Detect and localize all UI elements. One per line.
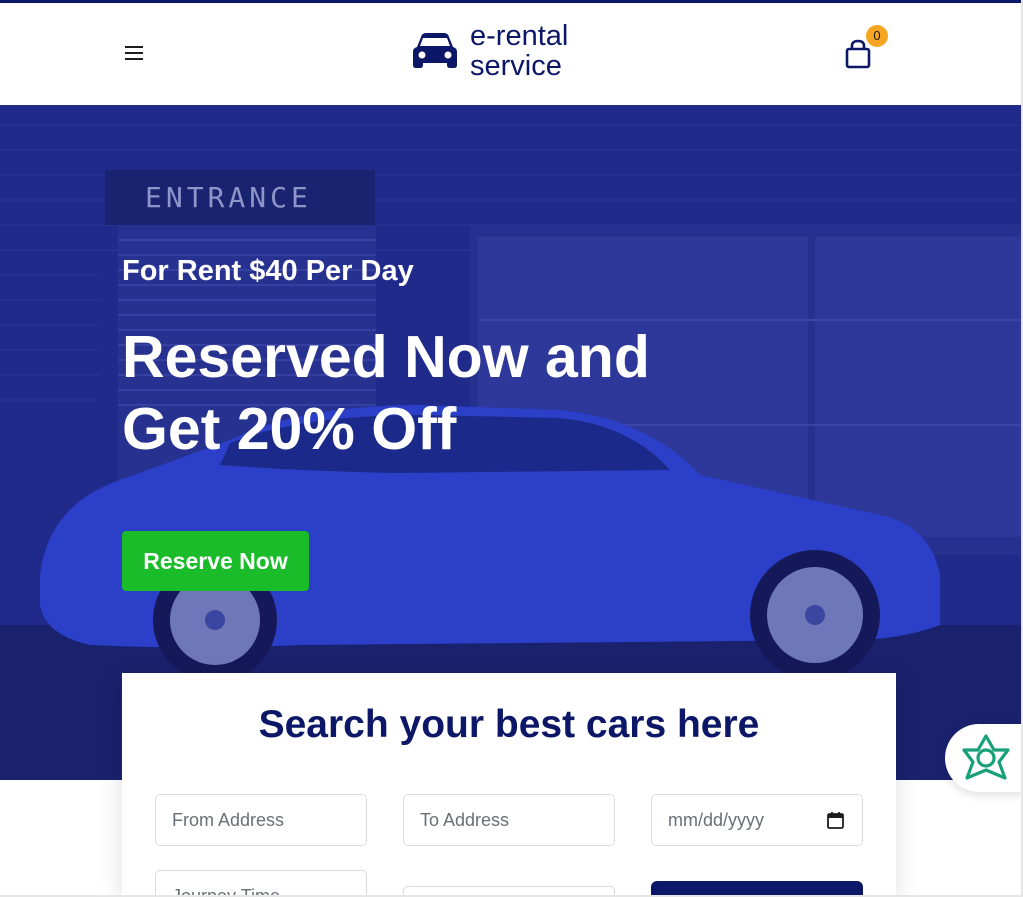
date-placeholder: mm/dd/yyyy xyxy=(668,809,765,830)
svg-text:ENTRANCE: ENTRANCE xyxy=(145,181,312,214)
journey-time-input[interactable] xyxy=(172,871,366,897)
hero-title-line-2: Get 20% Off xyxy=(122,396,457,462)
logo-line-1: e-rental xyxy=(470,20,569,52)
logo-text: e-rental service xyxy=(470,21,568,81)
hamburger-icon[interactable] xyxy=(122,43,146,65)
hero-title: Reserved Now and Get 20% Off xyxy=(122,321,682,465)
search-panel: Search your best cars here mm/dd/yyyy xyxy=(122,673,896,897)
car-icon xyxy=(413,33,457,68)
search-title: Search your best cars here xyxy=(258,703,760,746)
to-address-input[interactable] xyxy=(420,795,614,845)
site-logo[interactable]: e-rental service xyxy=(412,19,568,83)
assistant-widget[interactable] xyxy=(945,724,1023,792)
journey-date-field[interactable]: mm/dd/yyyy xyxy=(651,794,863,846)
journey-time-field[interactable] xyxy=(155,870,367,897)
calendar-icon[interactable] xyxy=(827,811,844,829)
hero-title-line-1: Reserved Now and xyxy=(122,324,650,390)
hero-subtitle: For Rent $40 Per Day xyxy=(122,255,414,287)
site-header: e-rental service 0 xyxy=(0,3,1023,105)
to-address-field[interactable] xyxy=(403,794,615,846)
cart-button[interactable]: 0 xyxy=(843,25,891,73)
logo-line-2: service xyxy=(470,50,562,82)
from-address-field[interactable] xyxy=(155,794,367,846)
shopping-bag-icon xyxy=(845,39,871,69)
ai-assistant-icon xyxy=(962,734,1010,780)
reserve-now-button[interactable]: Reserve Now xyxy=(122,531,309,591)
cart-count-badge: 0 xyxy=(866,25,888,47)
from-address-input[interactable] xyxy=(172,795,366,845)
